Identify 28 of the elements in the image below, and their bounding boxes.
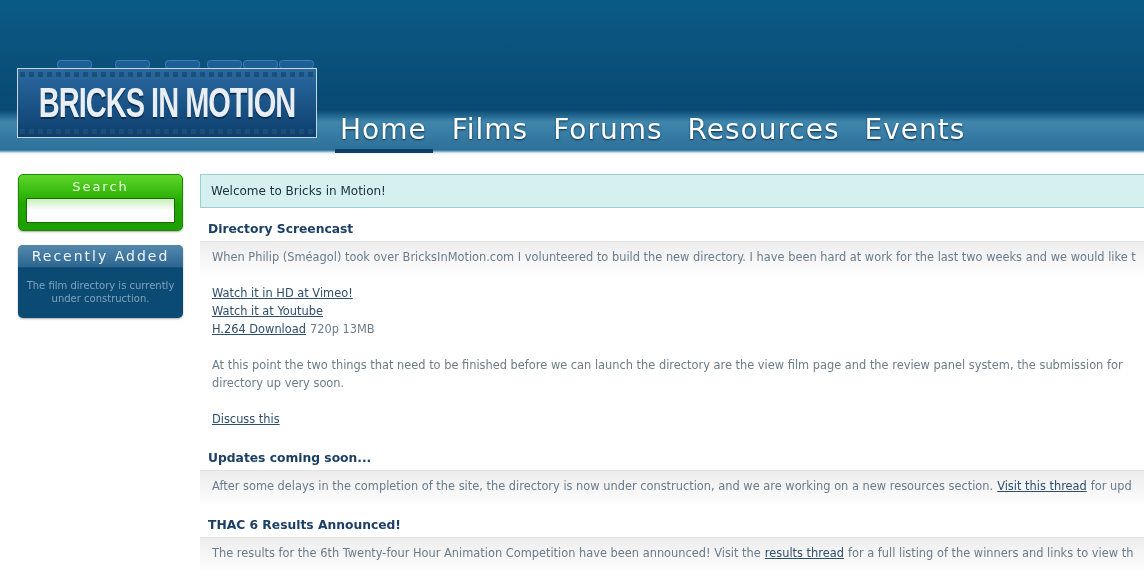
- post-text: for a full listing of the winners and links to view th: [847, 545, 1134, 562]
- post-title: Directory Screencast: [208, 222, 355, 238]
- post-text: 720p 13MB: [309, 321, 375, 338]
- post-link[interactable]: results thread: [764, 544, 844, 562]
- post-link[interactable]: Visit this thread: [997, 477, 1087, 495]
- post-text: When Philip (Sméagol) took over BricksInMotion.com I volunteered to build the new directory. I have been hard at work for the last two weeks and we would like t: [212, 249, 1136, 266]
- nav-link[interactable]: Events: [859, 115, 972, 153]
- post-link[interactable]: H.264 Download: [212, 320, 306, 338]
- post-title: THAC 6 Results Announced!: [208, 518, 402, 534]
- post-text: directory up very soon.: [212, 375, 345, 392]
- post-title: Updates coming soon...: [208, 451, 373, 467]
- post-text: for upd: [1090, 478, 1132, 495]
- post-link[interactable]: Watch it at Youtube: [212, 302, 323, 320]
- panel-title: Recently Added: [18, 245, 183, 268]
- search-title: Search: [71, 178, 130, 196]
- nav-link[interactable]: Resources: [682, 115, 846, 153]
- post-link[interactable]: Watch it in HD at Vimeo!: [212, 284, 353, 302]
- site-logo[interactable]: BRICKS IN MOTION: [17, 68, 317, 138]
- welcome-banner: Welcome to Bricks in Motion!: [200, 174, 1144, 208]
- nav-link[interactable]: Forums: [548, 115, 669, 153]
- nav-link[interactable]: Home: [335, 115, 433, 153]
- post-text: The results for the 6th Twenty-four Hour Animation Competition have been announced! Visit the: [212, 545, 761, 562]
- post-text: At this point the two things that need to be finished before we can launch the directory are the view film page and the review panel system, the submission for: [212, 357, 1123, 374]
- post-text: After some delays in the completion of the site, the directory is now under construction, and we are working on a new resources section.: [212, 478, 994, 495]
- nav-link[interactable]: Films: [446, 115, 535, 153]
- post-link[interactable]: Discuss this: [212, 410, 280, 428]
- search-field[interactable]: [26, 198, 175, 223]
- panel-text: The film directory is currently under construction.: [25, 279, 176, 306]
